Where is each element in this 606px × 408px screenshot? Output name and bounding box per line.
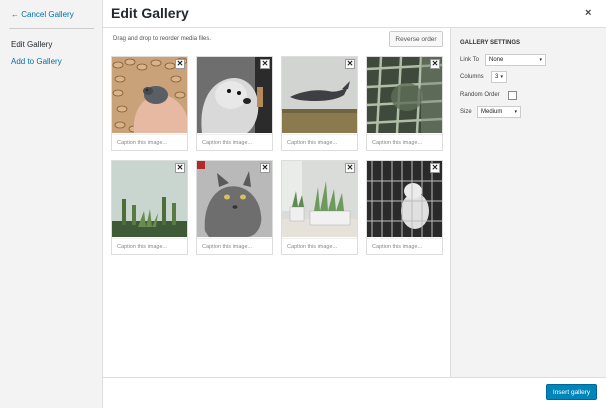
columns-value: 3 <box>495 74 499 80</box>
gallery-settings-panel: GALLERY SETTINGS Link To None ▾ Columns … <box>450 28 606 377</box>
menu-item-add-to-gallery[interactable]: Add to Gallery <box>11 57 62 66</box>
gallery-item[interactable]: ✕ Caption this image... <box>196 56 273 151</box>
size-value: Medium <box>481 109 503 115</box>
remove-image-button[interactable]: ✕ <box>430 59 440 69</box>
gallery-item[interactable]: ✕ Caption this image... <box>366 160 443 255</box>
media-menu: ← Cancel Gallery Edit Gallery Add to Gal… <box>0 0 103 408</box>
remove-image-button[interactable]: ✕ <box>260 59 270 69</box>
remove-image-button[interactable]: ✕ <box>430 163 440 173</box>
gallery-item[interactable]: ✕ Caption this image... <box>281 160 358 255</box>
remove-image-button[interactable]: ✕ <box>260 163 270 173</box>
caption-input[interactable]: Caption this image... <box>367 238 442 254</box>
link-to-label: Link To <box>460 57 479 63</box>
caption-input[interactable]: Caption this image... <box>197 238 272 254</box>
menu-separator <box>9 28 94 29</box>
reorder-instructions: Drag and drop to reorder media files. <box>113 36 212 42</box>
chevron-down-icon: ▾ <box>514 109 517 115</box>
caption-input[interactable]: Caption this image... <box>282 134 357 150</box>
gallery-item[interactable]: ✕ Caption this image... <box>111 160 188 255</box>
page-title: Edit Gallery <box>111 5 189 21</box>
chevron-down-icon: ▾ <box>539 57 542 63</box>
gallery-item[interactable]: ✕ Caption this image... <box>196 160 273 255</box>
random-order-label: Random Order <box>460 92 500 98</box>
menu-item-edit-gallery[interactable]: Edit Gallery <box>11 40 52 49</box>
remove-image-button[interactable]: ✕ <box>345 59 355 69</box>
gallery-item[interactable]: ✕ Caption this image... <box>281 56 358 151</box>
size-select[interactable]: Medium ▾ <box>477 106 521 118</box>
link-to-select[interactable]: None ▾ <box>485 54 546 66</box>
insert-gallery-button[interactable]: Insert gallery <box>546 384 597 400</box>
settings-heading: GALLERY SETTINGS <box>460 40 521 46</box>
caption-input[interactable]: Caption this image... <box>112 134 187 150</box>
random-order-checkbox[interactable] <box>508 91 517 100</box>
chevron-down-icon: ▾ <box>500 74 503 80</box>
caption-input[interactable]: Caption this image... <box>112 238 187 254</box>
close-icon[interactable]: × <box>585 7 591 19</box>
gallery-item[interactable]: ✕ Caption this image... <box>111 56 188 151</box>
reverse-order-button[interactable]: Reverse order <box>389 31 443 47</box>
remove-image-button[interactable]: ✕ <box>175 163 185 173</box>
link-to-value: None <box>489 57 504 63</box>
caption-input[interactable]: Caption this image... <box>367 134 442 150</box>
footer-divider <box>103 377 606 378</box>
remove-image-button[interactable]: ✕ <box>175 59 185 69</box>
size-label: Size <box>460 109 472 115</box>
columns-label: Columns <box>460 74 484 80</box>
gallery-item[interactable]: ✕ Caption this image... <box>366 56 443 151</box>
caption-input[interactable]: Caption this image... <box>197 134 272 150</box>
cancel-gallery-link[interactable]: ← Cancel Gallery <box>11 10 74 19</box>
caption-input[interactable]: Caption this image... <box>282 238 357 254</box>
columns-select[interactable]: 3 ▾ <box>491 71 507 83</box>
remove-image-button[interactable]: ✕ <box>345 163 355 173</box>
